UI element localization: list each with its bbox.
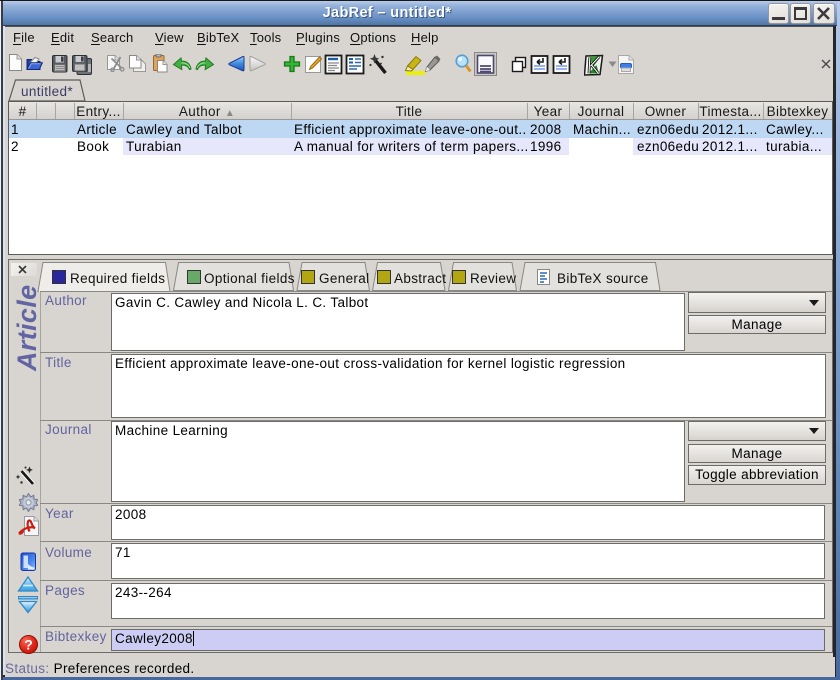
- svg-text:?: ?: [24, 637, 33, 653]
